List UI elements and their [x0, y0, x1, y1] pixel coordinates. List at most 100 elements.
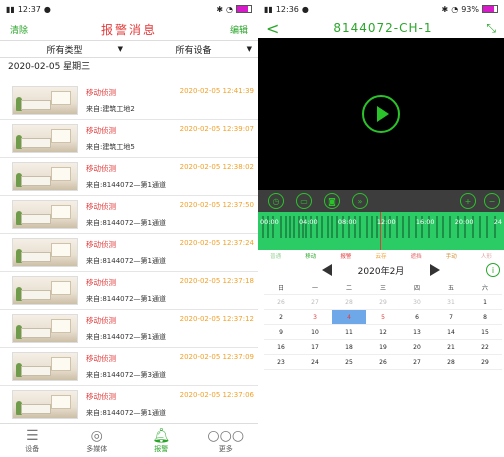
- alert-type: 移动侦测: [86, 278, 116, 287]
- calendar-day[interactable]: 15: [468, 324, 502, 340]
- calendar-day[interactable]: 27: [400, 354, 434, 370]
- calendar-day[interactable]: 16: [264, 339, 298, 355]
- calendar-day[interactable]: 2: [264, 309, 298, 325]
- timeline-tick-label: 16:00: [415, 218, 435, 226]
- calendar-day[interactable]: 13: [400, 324, 434, 340]
- calendar-day[interactable]: 23: [264, 354, 298, 370]
- calendar-day[interactable]: 28: [332, 294, 366, 310]
- back-arrow-icon[interactable]: <: [266, 19, 279, 38]
- alert-list-item[interactable]: 移动侦测 2020-02-05 12:39:07 来自:建筑工地5: [0, 120, 258, 158]
- timeline-tick-label: 04:00: [298, 218, 318, 226]
- calendar-day[interactable]: 18: [332, 339, 366, 355]
- zoom-out-icon[interactable]: −: [484, 193, 500, 209]
- calendar-day[interactable]: 27: [298, 294, 332, 310]
- calendar-day[interactable]: 12: [366, 324, 400, 340]
- list-icon: ☰: [25, 428, 39, 444]
- status-time: 12:37: [17, 4, 41, 14]
- alert-time: 2020-02-05 12:37:50: [179, 201, 254, 209]
- nav-multimedia[interactable]: ◎ 多媒体: [65, 424, 130, 457]
- fullscreen-icon[interactable]: ⤡: [486, 21, 496, 36]
- calendar-day[interactable]: 19: [366, 339, 400, 355]
- snapshot-icon[interactable]: ◙: [324, 193, 340, 209]
- calendar-day[interactable]: 20: [400, 339, 434, 355]
- alarm-clock-icon[interactable]: ◷: [268, 193, 284, 209]
- aperture-icon: ◎: [90, 428, 103, 444]
- calendar-day[interactable]: 29: [366, 294, 400, 310]
- calendar-day[interactable]: 9: [264, 324, 298, 340]
- device-filter-label: 所有设备: [175, 45, 212, 56]
- prev-month-icon[interactable]: [321, 264, 332, 276]
- alert-thumbnail[interactable]: [12, 314, 78, 343]
- clear-button[interactable]: 清除: [10, 23, 28, 36]
- calendar-day[interactable]: 5: [366, 309, 400, 325]
- calendar-day[interactable]: 14: [434, 324, 468, 340]
- nav-devices[interactable]: ☰ 设备: [0, 424, 65, 457]
- timeline-tick-label: 12:00: [376, 218, 396, 226]
- alert-time: 2020-02-05 12:41:39: [179, 87, 254, 95]
- alert-info: 移动侦测 2020-02-05 12:37:24 来自:8144072—第1通道: [86, 239, 254, 266]
- battery-icon: [482, 5, 498, 13]
- alert-list-item[interactable]: 移动侦测 2020-02-05 12:37:50 来自:8144072—第1通道: [0, 196, 258, 234]
- calendar-day[interactable]: 29: [468, 354, 502, 370]
- alert-source: 来自:建筑工地2: [86, 105, 135, 113]
- type-filter-dropdown[interactable]: 所有类型 ▼: [0, 41, 129, 57]
- channel-title: 8144072-CH-1: [333, 21, 433, 35]
- calendar-month: 2020年2月: [357, 266, 405, 277]
- alert-list-item[interactable]: 移动侦测 2020-02-05 12:38:02 来自:8144072—第1通道: [0, 158, 258, 196]
- calendar-day[interactable]: 22: [468, 339, 502, 355]
- status-time: 12:36: [275, 4, 299, 14]
- edit-button[interactable]: 编辑: [230, 23, 248, 36]
- calendar-day[interactable]: 26: [264, 294, 298, 310]
- fast-forward-icon[interactable]: »: [352, 193, 368, 209]
- calendar-day[interactable]: 25: [332, 354, 366, 370]
- alert-thumbnail[interactable]: [12, 86, 78, 115]
- calendar-day[interactable]: 6: [400, 309, 434, 325]
- nav-more[interactable]: ○○○ 更多: [194, 424, 259, 457]
- alert-info: 移动侦测 2020-02-05 12:39:07 来自:建筑工地5: [86, 125, 254, 152]
- record-icon[interactable]: ▭: [296, 193, 312, 209]
- timeline-labels: 00:00 04:00 08:00 12:00 16:00 20:00 24: [258, 218, 504, 226]
- calendar-day[interactable]: 24: [298, 354, 332, 370]
- calendar-day[interactable]: 1: [468, 294, 502, 310]
- alert-list-item[interactable]: 移动侦测 2020-02-05 12:37:24 来自:8144072—第1通道: [0, 234, 258, 272]
- alert-list-item[interactable]: 移动侦测 2020-02-05 12:37:06 来自:8144072—第1通道: [0, 386, 258, 424]
- calendar-day[interactable]: 28: [434, 354, 468, 370]
- calendar-day[interactable]: 31: [434, 294, 468, 310]
- alert-thumbnail[interactable]: [12, 162, 78, 191]
- calendar-day[interactable]: 8: [468, 309, 502, 325]
- signal-icon: ▮▮: [6, 4, 15, 14]
- calendar-day[interactable]: 26: [366, 354, 400, 370]
- info-icon[interactable]: i: [486, 263, 500, 277]
- nav-alarm[interactable]: 🔔︎ 报警: [129, 424, 194, 457]
- next-month-icon[interactable]: [430, 264, 441, 276]
- device-filter-dropdown[interactable]: 所有设备 ▼: [129, 41, 258, 57]
- alert-source: 来自:建筑工地5: [86, 143, 135, 151]
- alert-thumbnail[interactable]: [12, 200, 78, 229]
- alert-thumbnail[interactable]: [12, 390, 78, 419]
- alert-thumbnail[interactable]: [12, 276, 78, 305]
- alert-thumbnail[interactable]: [12, 352, 78, 381]
- alert-list-item[interactable]: 移动侦测 2020-02-05 12:37:12 来自:8144072—第1通道: [0, 310, 258, 348]
- zoom-in-icon[interactable]: +: [460, 193, 476, 209]
- calendar-day[interactable]: 30: [400, 294, 434, 310]
- alert-type: 移动侦测: [86, 354, 116, 363]
- bottom-nav: ☰ 设备 ◎ 多媒体 🔔︎ 报警 ○○○ 更多: [0, 423, 258, 457]
- video-player[interactable]: [258, 38, 504, 190]
- calendar-day[interactable]: 7: [434, 309, 468, 325]
- calendar-day[interactable]: 17: [298, 339, 332, 355]
- calendar-day[interactable]: 10: [298, 324, 332, 340]
- alert-thumbnail[interactable]: [12, 124, 78, 153]
- bell-icon: 🔔︎: [152, 428, 171, 444]
- calendar-day[interactable]: 21: [434, 339, 468, 355]
- nav-label: 多媒体: [86, 445, 108, 453]
- alert-thumbnail[interactable]: [12, 238, 78, 267]
- alert-list-item[interactable]: 移动侦测 2020-02-05 12:37:18 来自:8144072—第1通道: [0, 272, 258, 310]
- alert-list-item[interactable]: 移动侦测 2020-02-05 12:41:39 来自:建筑工地2: [0, 82, 258, 120]
- calendar-day[interactable]: 4: [332, 309, 366, 325]
- play-button[interactable]: [362, 95, 400, 133]
- calendar-day[interactable]: 3: [298, 309, 332, 325]
- playback-controls: ◷ ▭ ◙ » + −: [258, 190, 504, 212]
- calendar-day[interactable]: 11: [332, 324, 366, 340]
- alert-source: 来自:8144072—第1通道: [86, 295, 166, 303]
- alert-list-item[interactable]: 移动侦测 2020-02-05 12:37:09 来自:8144072—第3通道: [0, 348, 258, 386]
